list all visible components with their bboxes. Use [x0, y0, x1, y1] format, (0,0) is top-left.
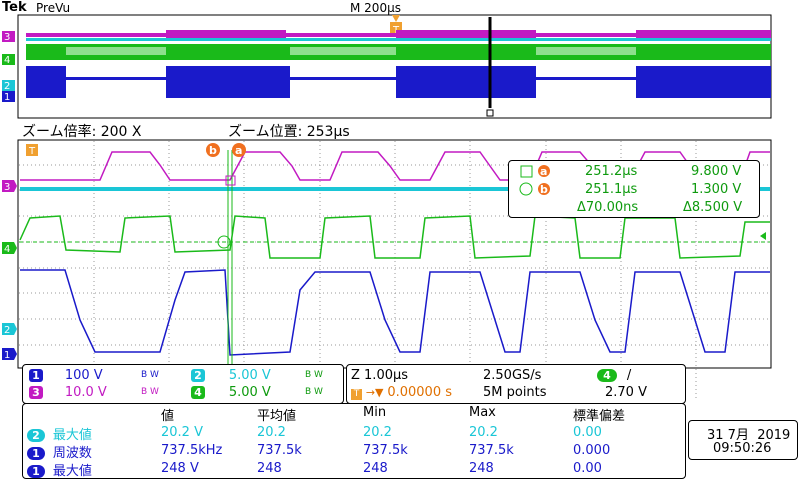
meas-row-2-max: 248 — [469, 461, 494, 476]
meas-header-value: 値 — [161, 409, 175, 424]
svg-text:4: 4 — [4, 244, 10, 255]
ch4-bw-icon: B W — [305, 387, 323, 397]
ch1-scale: 100 V — [64, 368, 103, 383]
channel-settings-panel: 1 100 V B W 2 5.00 V B W 3 10.0 V B W 4 … — [22, 364, 344, 404]
meas-row-1-value: 737.5kHz — [161, 443, 223, 458]
svg-text:b: b — [209, 144, 217, 157]
ch1-trace — [20, 269, 770, 356]
trigger-source: 4 / — [597, 368, 631, 383]
trigger-arrow-icon: →▼ — [365, 386, 384, 399]
ch4-trace — [19, 215, 770, 259]
meas-row-1-mean: 737.5k — [257, 443, 302, 458]
meas-row-0-min: 20.2 — [363, 425, 392, 440]
datetime-panel: 31 7月 2019 09:50:26 — [688, 420, 798, 460]
trigger-level: 2.70 V — [605, 385, 647, 400]
meas-row-1-std: 0.000 — [573, 443, 611, 458]
trig-ch-chip: 4 — [597, 369, 617, 382]
meas-row-1-max: 737.5k — [469, 443, 514, 458]
acquisition-panel[interactable]: Z 1.00µs 2.50GS/s T →▼ 0.00000 s 5M poin… — [346, 364, 686, 404]
ch2-setting[interactable]: 2 5.00 V — [191, 368, 271, 383]
ch2-chip: 2 — [191, 369, 205, 382]
svg-text:3: 3 — [4, 182, 10, 193]
ch3-scale: 10.0 V — [64, 385, 107, 400]
cursor-b-time: 251.1µs — [585, 182, 638, 197]
meas-row-1-min: 737.5k — [363, 443, 408, 458]
ch1-chip: 1 — [29, 369, 43, 382]
svg-text:b: b — [540, 183, 548, 196]
meas-header-max: Max — [469, 405, 496, 420]
ch1-setting[interactable]: 1 100 V — [29, 368, 103, 383]
measurements-panel: 値 平均値 Min Max 標準偏差 2 最大値 20.2 V 20.2 20.… — [22, 403, 686, 479]
meas-row-0[interactable]: 2 最大値 — [27, 424, 92, 443]
cursor-b-volt: 1.300 V — [691, 182, 742, 197]
meas-row-0-max: 20.2 — [469, 425, 498, 440]
meas-header-mean: 平均値 — [257, 409, 297, 424]
meas-header-std: 標準偏差 — [573, 409, 626, 424]
meas-header-min: Min — [363, 405, 387, 420]
meas-row-2-min: 248 — [363, 461, 388, 476]
ch2-bw-icon: B W — [305, 370, 323, 380]
meas-row-2-ch: 1 — [27, 465, 45, 478]
ch2-scale: 5.00 V — [228, 368, 271, 383]
cursor-readout-panel: a b 251.2µs 9.800 V 251.1µs 1.300 V Δ70.… — [508, 160, 760, 218]
sample-rate: 2.50GS/s — [483, 368, 542, 383]
ch4-scale: 5.00 V — [228, 385, 271, 400]
ch4-chip: 4 — [191, 386, 205, 399]
meas-row-0-std: 0.00 — [573, 425, 602, 440]
time-label: 09:50:26 — [713, 441, 772, 456]
zoom-timebase: Z 1.00µs — [351, 368, 409, 383]
meas-row-0-value: 20.2 V — [161, 425, 203, 440]
ch3-setting[interactable]: 3 10.0 V — [29, 385, 107, 400]
svg-text:a: a — [235, 144, 242, 157]
trigger-pos-value: 0.00000 s — [387, 385, 453, 400]
meas-row-1-ch: 1 — [27, 447, 45, 460]
svg-text:a: a — [540, 165, 547, 178]
cursor-a-time: 251.2µs — [585, 164, 638, 179]
cursor-delta-time: Δ70.00ns — [577, 200, 639, 215]
meas-row-2[interactable]: 1 最大値 — [27, 460, 92, 479]
svg-text:1: 1 — [4, 350, 10, 361]
svg-text:2: 2 — [4, 325, 10, 336]
meas-row-1-name: 周波数 — [52, 446, 92, 461]
meas-row-2-name: 最大値 — [52, 464, 92, 479]
meas-row-1[interactable]: 1 周波数 — [27, 442, 92, 461]
trigger-t-icon: T — [351, 389, 362, 400]
meas-row-0-mean: 20.2 — [257, 425, 286, 440]
trigger-slope-icon: / — [626, 368, 632, 383]
meas-row-0-ch: 2 — [27, 429, 45, 442]
ch3-chip: 3 — [29, 386, 43, 399]
ch3-bw-icon: B W — [141, 387, 159, 397]
svg-text:T: T — [28, 146, 36, 157]
meas-row-2-mean: 248 — [257, 461, 282, 476]
trigger-position: T →▼ 0.00000 s — [351, 385, 452, 400]
cursor-a-volt: 9.800 V — [691, 164, 742, 179]
meas-row-0-name: 最大値 — [52, 428, 92, 443]
record-length: 5M points — [483, 385, 547, 400]
ch1-bw-icon: B W — [141, 370, 159, 380]
cursor-delta-volt: Δ8.500 V — [683, 200, 743, 215]
meas-row-2-std: 0.00 — [573, 461, 602, 476]
meas-row-2-value: 248 V — [161, 461, 199, 476]
ch4-setting[interactable]: 4 5.00 V — [191, 385, 271, 400]
